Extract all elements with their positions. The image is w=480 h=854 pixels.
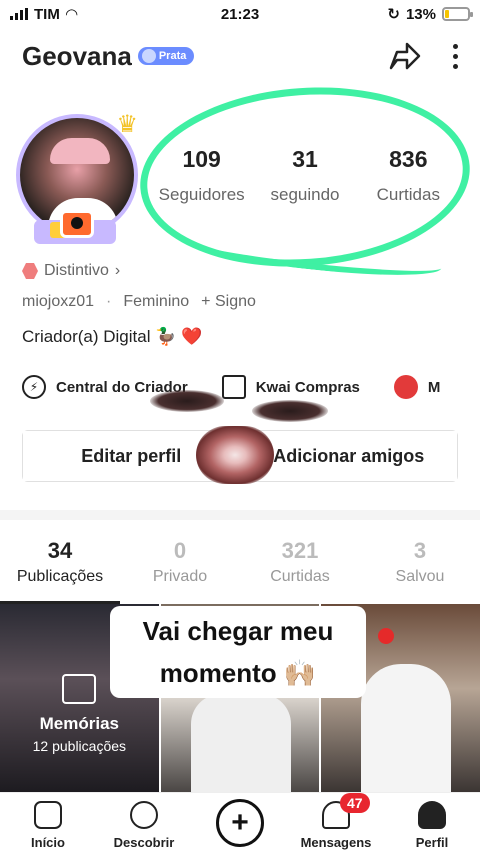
section-divider bbox=[0, 510, 480, 520]
caption-line: Vai chegar meu bbox=[142, 616, 334, 646]
tab-count: 3 bbox=[413, 538, 427, 563]
stat-value: 31 bbox=[292, 146, 318, 172]
profile-header: Geovana Prata bbox=[22, 36, 458, 76]
nav-label: Mensagens bbox=[300, 835, 372, 850]
tool-more[interactable]: M bbox=[393, 375, 441, 399]
profile-bio: Criador(a) Digital 🦆 ❤️ bbox=[22, 327, 202, 347]
home-icon bbox=[34, 801, 62, 829]
nav-descobrir[interactable]: Descobrir bbox=[96, 793, 192, 850]
battery-percent: 13% bbox=[405, 5, 436, 23]
face-filter-left-eye bbox=[150, 390, 224, 412]
tool-label: Kwai Compras bbox=[255, 378, 360, 396]
badge-icon bbox=[141, 49, 156, 63]
compass-icon bbox=[130, 801, 158, 829]
status-bar: TIM ◠ 21:23 ↻ 13% bbox=[0, 0, 480, 28]
tab-label: Privado bbox=[152, 568, 208, 585]
face-filter-right-eye bbox=[252, 400, 328, 422]
distintivo-label: Distintivo bbox=[44, 262, 109, 279]
nav-create[interactable]: + bbox=[192, 793, 288, 847]
stat-value: 836 bbox=[389, 146, 428, 172]
crown-icon: ♛ bbox=[116, 111, 138, 138]
nav-mensagens[interactable]: 47 Mensagens bbox=[288, 793, 384, 850]
memories-count: 12 publicações bbox=[32, 738, 127, 754]
tool-label: M bbox=[427, 378, 441, 396]
add-sign-link[interactable]: + Signo bbox=[201, 293, 256, 311]
badge-label: Prata bbox=[158, 50, 187, 62]
nav-label: Descobrir bbox=[113, 835, 175, 850]
orientation-lock-icon: ↻ bbox=[387, 6, 400, 23]
tab-curtidas[interactable]: 321 Curtidas bbox=[240, 530, 360, 604]
avatar[interactable]: ♛ bbox=[14, 111, 140, 244]
nav-perfil[interactable]: Perfil bbox=[384, 793, 480, 850]
stat-value: 109 bbox=[182, 146, 221, 172]
content-tabs: 34 Publicações 0 Privado 321 Curtidas 3 … bbox=[0, 530, 480, 604]
profile-handle: miojoxz01 bbox=[22, 293, 95, 310]
nav-inicio[interactable]: Início bbox=[0, 793, 96, 850]
separator-dot: · bbox=[106, 293, 112, 310]
tab-label: Publicações bbox=[16, 568, 104, 585]
stat-followers[interactable]: 109 Seguidores bbox=[150, 146, 253, 205]
creator-tools: ⚡ Central do Criador Kwai Compras M bbox=[22, 372, 480, 402]
camera-sticker-icon bbox=[60, 210, 94, 238]
notification-badge: 47 bbox=[340, 793, 370, 813]
memories-icon bbox=[62, 674, 97, 704]
heart-emoji: ❤️ bbox=[181, 327, 203, 346]
face-filter-lips bbox=[196, 426, 274, 484]
stat-likes[interactable]: 836 Curtidas bbox=[357, 146, 460, 205]
tool-kwai-shopping[interactable]: Kwai Compras bbox=[221, 375, 360, 399]
nav-label: Perfil bbox=[415, 835, 449, 850]
story-caption: Vai chegar meu momento 🙌🏼 bbox=[110, 606, 366, 698]
distintivo-link[interactable]: Distintivo › bbox=[22, 262, 120, 280]
share-icon[interactable] bbox=[387, 40, 423, 72]
plus-icon: + bbox=[216, 799, 264, 847]
tab-publicacoes[interactable]: 34 Publicações bbox=[0, 530, 120, 604]
memories-title: Memórias bbox=[39, 714, 120, 733]
lightning-icon: ⚡ bbox=[22, 375, 46, 399]
person-icon bbox=[418, 801, 446, 829]
battery-icon bbox=[442, 7, 473, 21]
tab-count: 0 bbox=[173, 538, 187, 563]
tab-count: 34 bbox=[47, 538, 73, 563]
stat-label: Curtidas bbox=[376, 185, 440, 204]
clown-nose-sticker bbox=[378, 628, 395, 644]
bottom-nav: Início Descobrir + 47 Mensagens Perfil bbox=[0, 792, 480, 854]
tab-label: Salvou bbox=[395, 568, 445, 585]
profile-gender: Feminino bbox=[123, 293, 190, 310]
profile-username: Geovana bbox=[22, 40, 132, 71]
shopping-bag-icon bbox=[221, 375, 246, 399]
chevron-right-icon: › bbox=[114, 262, 121, 279]
tab-salvou[interactable]: 3 Salvou bbox=[360, 530, 480, 604]
bio-text: Criador(a) Digital 🦆 bbox=[22, 327, 177, 346]
profile-meta: miojoxz01 · Feminino + Signo bbox=[22, 293, 256, 311]
tab-privado[interactable]: 0 Privado bbox=[120, 530, 240, 604]
more-options-icon[interactable] bbox=[453, 43, 458, 69]
red-app-icon bbox=[393, 375, 418, 399]
caption-line: momento 🙌🏼 bbox=[159, 658, 317, 688]
nav-label: Início bbox=[31, 835, 65, 850]
level-badge[interactable]: Prata bbox=[137, 47, 195, 65]
stat-following[interactable]: 31 seguindo bbox=[253, 146, 356, 205]
tab-count: 321 bbox=[281, 538, 319, 563]
distintivo-icon bbox=[22, 263, 38, 279]
profile-stats: 109 Seguidores 31 seguindo 836 Curtidas bbox=[150, 146, 460, 205]
stat-label: Seguidores bbox=[158, 185, 245, 204]
stat-label: seguindo bbox=[270, 185, 340, 204]
tab-label: Curtidas bbox=[270, 568, 330, 585]
